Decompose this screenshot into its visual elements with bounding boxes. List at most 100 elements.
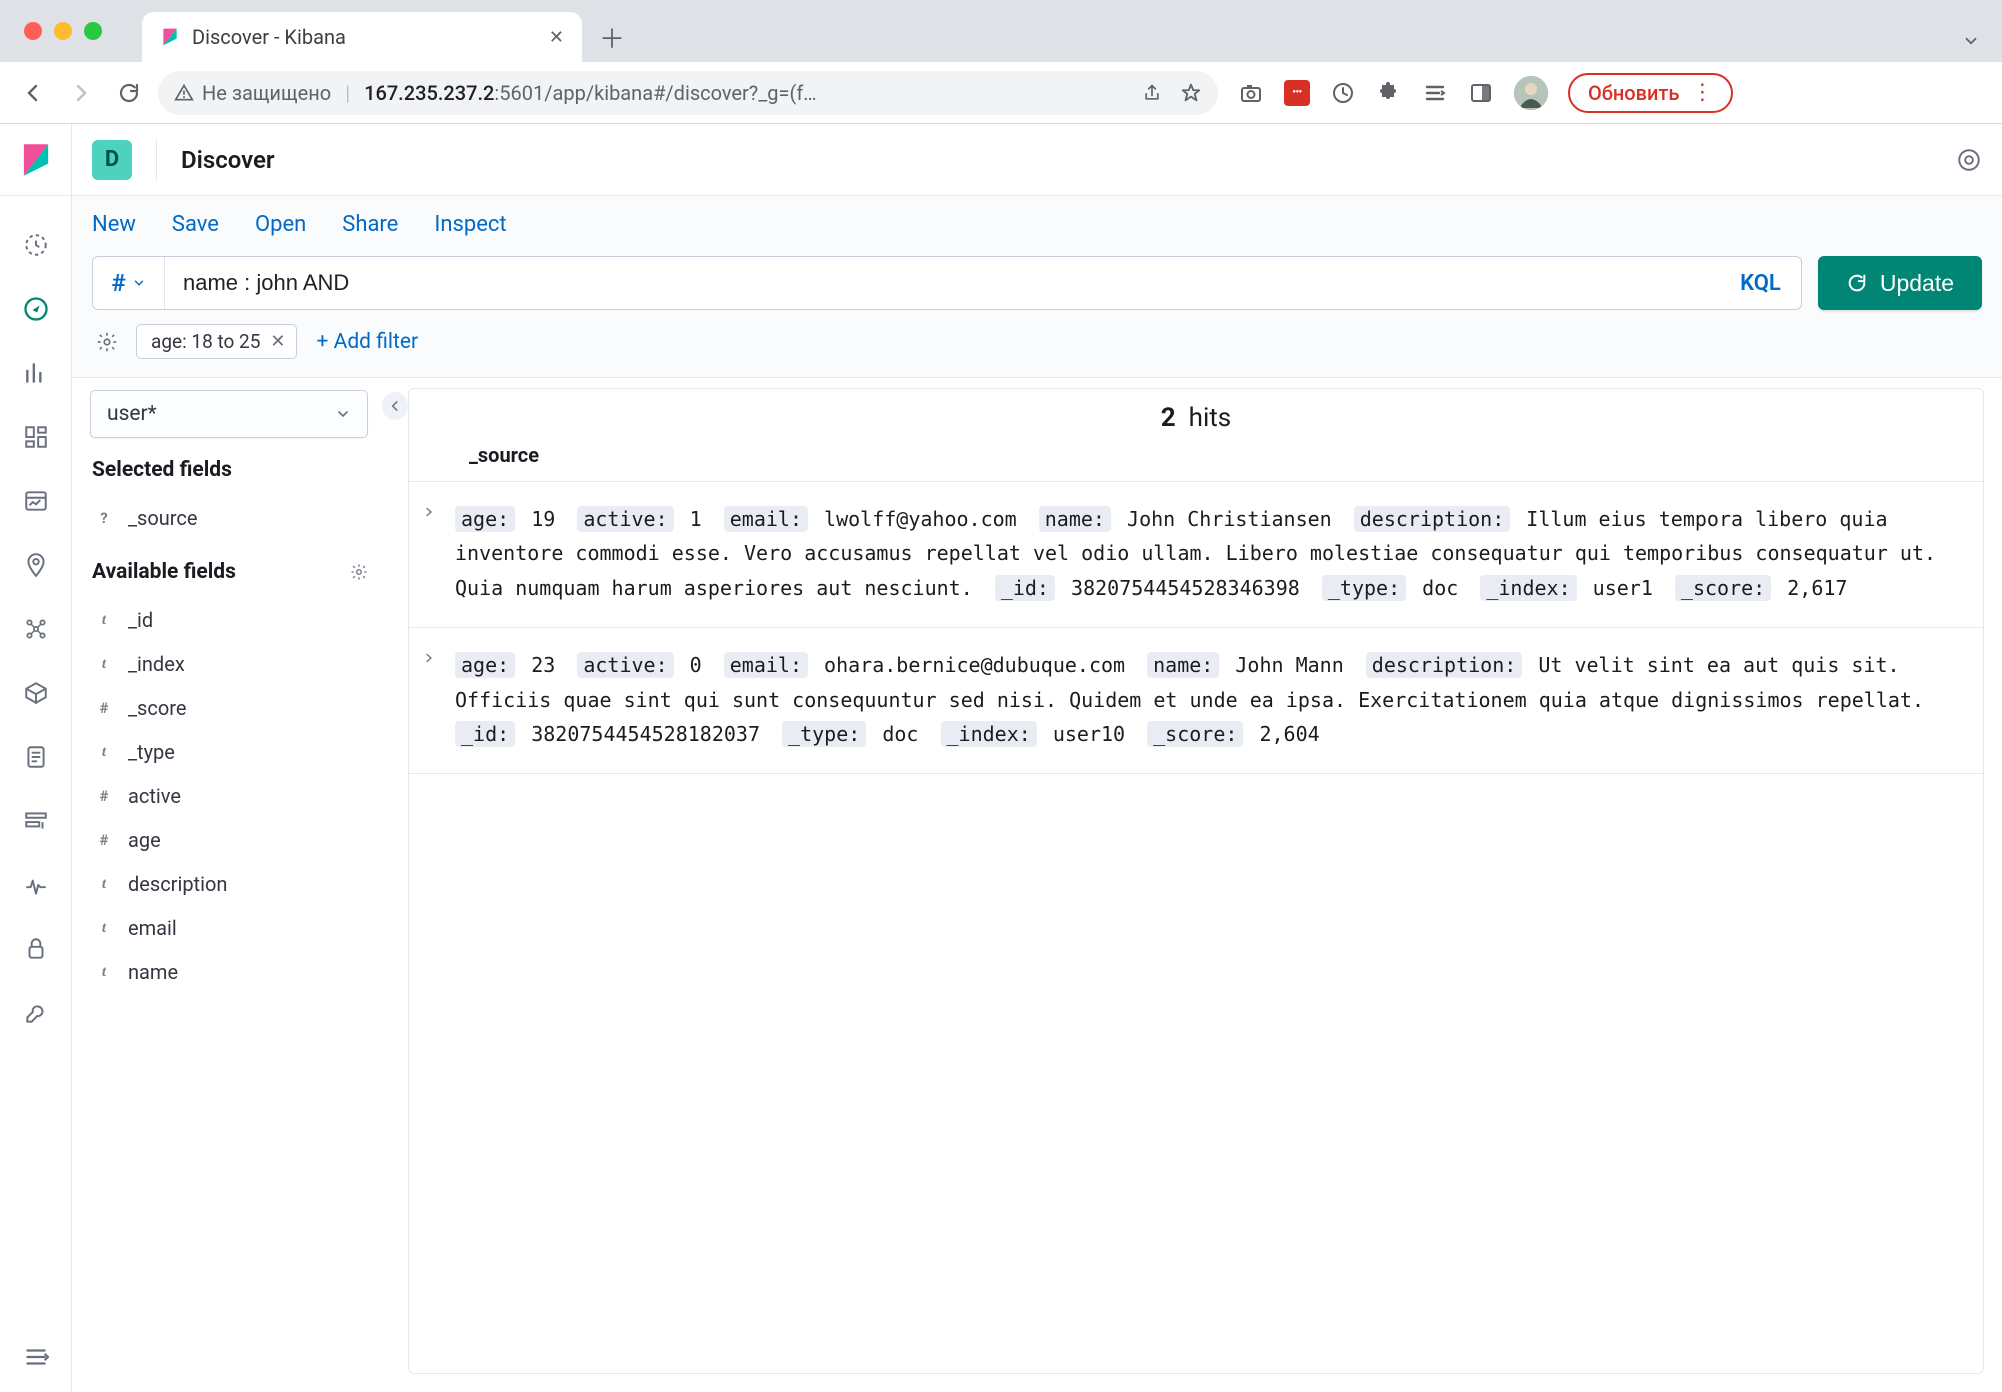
filter-pill-age[interactable]: age: 18 to 25 ✕ — [136, 324, 297, 359]
window-minimize[interactable] — [54, 22, 72, 40]
filter-bar: age: 18 to 25 ✕ + Add filter — [72, 324, 2002, 378]
browser-tab[interactable]: Discover - Kibana ✕ — [142, 12, 582, 62]
kibana-app: D Discover New Save Open Share Inspect #… — [0, 124, 2002, 1392]
field-item[interactable]: _source — [90, 496, 368, 540]
query-language-toggle[interactable]: KQL — [1720, 257, 1801, 309]
add-filter-button[interactable]: + Add filter — [317, 330, 419, 354]
doc-source: age: 23 active: 0 email: ohara.bernice@d… — [455, 648, 1961, 751]
clockify-extension-icon[interactable] — [1330, 80, 1356, 106]
window-close[interactable] — [24, 22, 42, 40]
tab-close-icon[interactable]: ✕ — [549, 27, 564, 48]
field-type-icon — [94, 831, 114, 849]
nav-timelion-icon[interactable] — [21, 486, 51, 516]
query-input[interactable] — [165, 257, 1720, 309]
field-type-icon — [94, 744, 114, 761]
insecure-site-label: Не защищено — [174, 81, 331, 105]
nav-back-button[interactable] — [14, 74, 52, 112]
field-name: email — [128, 916, 177, 940]
omnibox-separator: | — [345, 81, 350, 105]
lastpass-extension-icon[interactable]: ••• — [1284, 80, 1310, 106]
camera-extension-icon[interactable] — [1238, 80, 1264, 106]
tabs-menu-icon[interactable] — [1962, 32, 1980, 50]
kibana-main: D Discover New Save Open Share Inspect #… — [72, 124, 2002, 1392]
nav-reload-button[interactable] — [110, 74, 148, 112]
header-divider — [156, 140, 157, 180]
kibana-logo[interactable] — [0, 124, 72, 196]
submenu-open[interactable]: Open — [255, 212, 306, 237]
field-name: _score — [128, 696, 186, 720]
update-label: Update — [1880, 270, 1954, 297]
hits-header: 2 hits — [409, 389, 1983, 437]
field-item[interactable]: name — [90, 950, 368, 994]
field-item[interactable]: _score — [90, 686, 368, 730]
query-filter-toggle[interactable]: # — [93, 257, 165, 309]
field-type-icon — [94, 964, 114, 981]
space-badge[interactable]: D — [92, 140, 132, 180]
nav-logs-icon[interactable] — [21, 742, 51, 772]
page-title: Discover — [181, 146, 275, 174]
nav-discover-icon[interactable] — [21, 294, 51, 324]
column-header-source[interactable]: _source — [409, 437, 1983, 482]
nav-uptime-icon[interactable] — [21, 870, 51, 900]
collapse-sidebar-button[interactable] — [382, 392, 408, 420]
index-pattern-select[interactable]: user* — [90, 390, 368, 438]
refresh-icon — [1846, 272, 1868, 294]
nav-infra-icon[interactable] — [21, 678, 51, 708]
nav-devtools-icon[interactable] — [21, 998, 51, 1028]
field-item[interactable]: description — [90, 862, 368, 906]
nav-security-icon[interactable] — [21, 934, 51, 964]
submenu-inspect[interactable]: Inspect — [434, 212, 506, 237]
nav-visualize-icon[interactable] — [21, 358, 51, 388]
address-bar[interactable]: Не защищено | 167.235.237.2:5601/app/kib… — [158, 71, 1218, 115]
reading-list-icon[interactable] — [1422, 80, 1448, 106]
side-panel-icon[interactable] — [1468, 80, 1494, 106]
nav-maps-icon[interactable] — [21, 550, 51, 580]
nav-apm-icon[interactable] — [21, 806, 51, 836]
doc-source: age: 19 active: 1 email: lwolff@yahoo.co… — [455, 502, 1961, 605]
bookmark-star-icon[interactable] — [1180, 82, 1202, 104]
submenu-save[interactable]: Save — [172, 212, 219, 237]
header-help-icon[interactable] — [1956, 147, 1982, 173]
field-type-icon — [94, 920, 114, 937]
expand-row-icon[interactable] — [423, 502, 447, 605]
browser-update-button[interactable]: Обновить ⋮ — [1568, 73, 1733, 113]
kibana-header: D Discover — [72, 124, 2002, 196]
query-update-button[interactable]: Update — [1818, 256, 1982, 310]
filter-pill-remove-icon[interactable]: ✕ — [270, 331, 285, 352]
field-name: active — [128, 784, 181, 808]
field-item[interactable]: age — [90, 818, 368, 862]
table-row: age: 23 active: 0 email: ohara.bernice@d… — [409, 628, 1983, 774]
nav-dashboard-icon[interactable] — [21, 422, 51, 452]
nav-forward-button[interactable] — [62, 74, 100, 112]
field-item[interactable]: active — [90, 774, 368, 818]
submenu-new[interactable]: New — [92, 212, 136, 237]
selected-fields-header: Selected fields — [92, 458, 368, 482]
nav-collapse-icon[interactable] — [21, 1342, 51, 1372]
fields-panel: user* Selected fields _source Available … — [72, 378, 382, 1392]
url-text: 167.235.237.2:5601/app/kibana#/discover?… — [364, 81, 817, 105]
kibana-favicon-icon — [160, 27, 180, 47]
discover-submenu: New Save Open Share Inspect — [72, 196, 2002, 252]
field-item[interactable]: _index — [90, 642, 368, 686]
expand-row-icon[interactable] — [423, 648, 447, 751]
new-tab-button[interactable]: ＋ — [592, 17, 632, 57]
fields-settings-icon[interactable] — [350, 563, 368, 581]
nav-recent-icon[interactable] — [21, 230, 51, 260]
share-icon[interactable] — [1142, 83, 1162, 103]
filter-settings-icon[interactable] — [92, 327, 122, 357]
field-name: _type — [128, 740, 175, 764]
submenu-share[interactable]: Share — [342, 212, 398, 237]
query-input-wrap: # KQL — [92, 256, 1802, 310]
field-item[interactable]: _id — [90, 598, 368, 642]
extensions-area: ••• Обновить ⋮ — [1238, 73, 1733, 113]
field-item[interactable]: email — [90, 906, 368, 950]
extensions-puzzle-icon[interactable] — [1376, 80, 1402, 106]
field-type-icon — [94, 699, 114, 717]
field-name: _source — [128, 506, 197, 530]
field-item[interactable]: _type — [90, 730, 368, 774]
field-name: _index — [128, 652, 185, 676]
field-name: _id — [128, 608, 153, 632]
profile-avatar[interactable] — [1514, 76, 1548, 110]
nav-ml-icon[interactable] — [21, 614, 51, 644]
window-zoom[interactable] — [84, 22, 102, 40]
